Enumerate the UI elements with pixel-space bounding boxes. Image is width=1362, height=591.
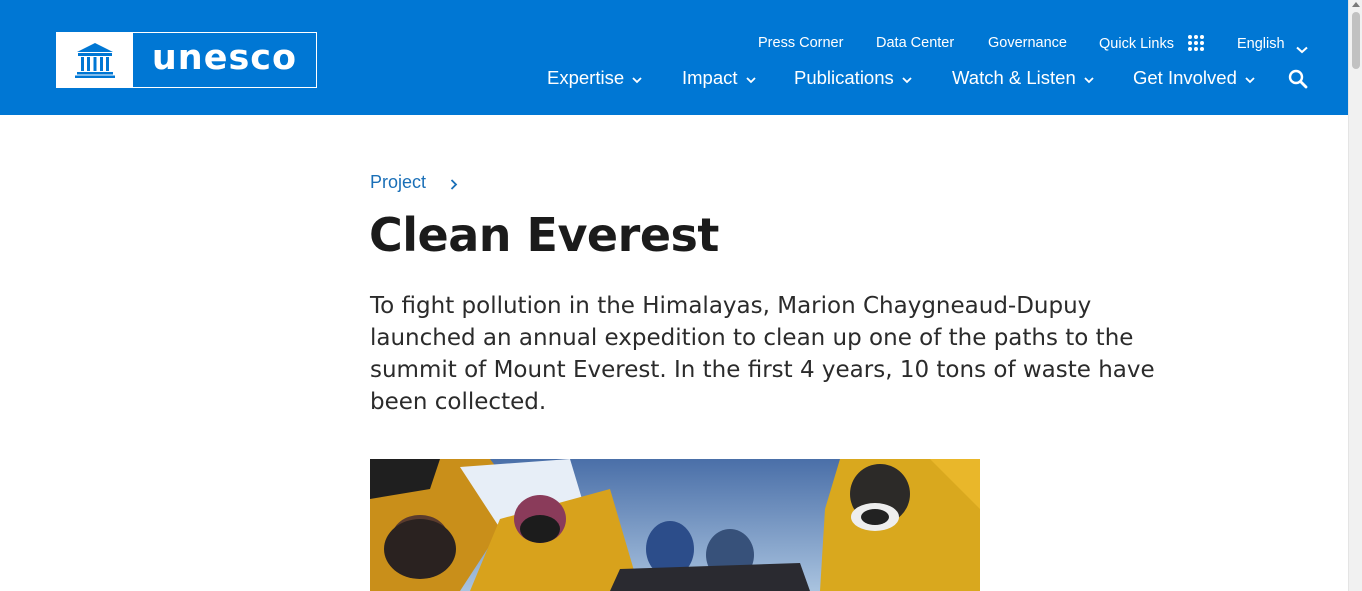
- chevron-down-icon: [1245, 67, 1255, 89]
- data-center-link[interactable]: Data Center: [876, 35, 954, 51]
- nav-expertise-label: Expertise: [547, 67, 625, 88]
- grid-icon[interactable]: [1188, 35, 1204, 51]
- unesco-wordmark: unesco: [151, 38, 298, 78]
- page-title: Clean Everest: [369, 208, 719, 262]
- chevron-down-icon[interactable]: [1296, 41, 1308, 59]
- chevron-down-icon: [902, 67, 912, 89]
- press-corner-link[interactable]: Press Corner: [758, 35, 843, 51]
- chevron-down-icon: [745, 67, 756, 89]
- unesco-logo[interactable]: unesco: [56, 32, 317, 88]
- nav-watch-listen-label: Watch & Listen: [952, 67, 1076, 88]
- nav-get-involved-label: Get Involved: [1133, 67, 1237, 88]
- language-selector[interactable]: English: [1237, 36, 1285, 52]
- nav-impact-label: Impact: [682, 67, 738, 88]
- page-scrollbar[interactable]: [1348, 0, 1362, 591]
- site-header: unesco Press Corner Data Center Governan…: [0, 0, 1348, 115]
- nav-impact[interactable]: Impact: [682, 67, 756, 89]
- nav-get-involved[interactable]: Get Involved: [1133, 67, 1255, 89]
- chevron-right-icon: [450, 177, 458, 195]
- nav-expertise[interactable]: Expertise: [547, 67, 642, 89]
- search-icon[interactable]: [1288, 69, 1308, 89]
- governance-link[interactable]: Governance: [988, 35, 1067, 51]
- chevron-down-icon: [1084, 67, 1094, 89]
- breadcrumb-project[interactable]: Project: [370, 172, 426, 193]
- article-lede: To fight pollution in the Himalayas, Mar…: [370, 293, 1155, 415]
- hero-image: [370, 459, 980, 591]
- chevron-down-icon: [632, 67, 642, 89]
- unesco-temple-icon: [57, 33, 133, 87]
- scroll-thumb[interactable]: [1352, 12, 1360, 69]
- nav-publications[interactable]: Publications: [794, 67, 912, 89]
- quick-links-link[interactable]: Quick Links: [1099, 36, 1174, 52]
- nav-publications-label: Publications: [794, 67, 894, 88]
- language-label: English: [1237, 36, 1285, 52]
- nav-watch-listen[interactable]: Watch & Listen: [952, 67, 1094, 89]
- scroll-up-icon[interactable]: [1352, 2, 1360, 7]
